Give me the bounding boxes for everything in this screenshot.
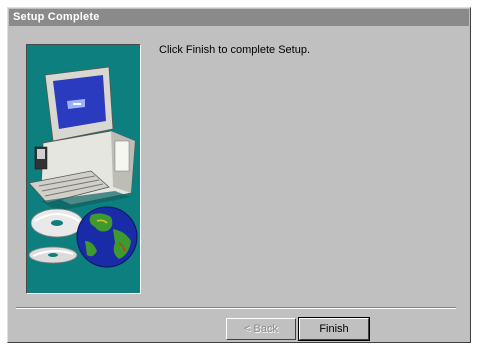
computer-icon	[28, 66, 136, 211]
title-bar[interactable]: Setup Complete	[9, 9, 469, 26]
setup-illustration-panel	[26, 44, 141, 294]
button-separator	[16, 307, 456, 309]
setup-dialog: Setup Complete Click Finish to complete …	[7, 7, 471, 343]
setup-illustration	[28, 66, 138, 268]
globe-icon	[76, 206, 138, 268]
cd-discs-icon	[28, 208, 84, 264]
completion-message: Click Finish to complete Setup.	[159, 44, 311, 56]
window-title: Setup Complete	[13, 11, 100, 23]
back-button[interactable]: < Back	[226, 318, 296, 340]
finish-button[interactable]: Finish	[298, 317, 370, 341]
